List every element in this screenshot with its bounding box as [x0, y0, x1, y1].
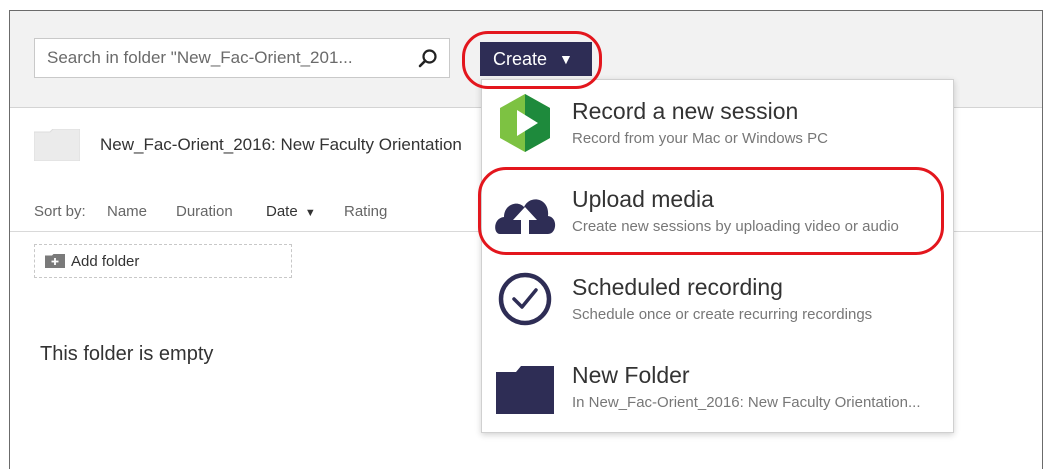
menu-item-title: Upload media: [572, 186, 714, 212]
menu-item-scheduled-recording[interactable]: Scheduled recording Schedule once or cre…: [482, 256, 953, 344]
menu-item-subtitle: Record from your Mac or Windows PC: [572, 130, 828, 147]
add-folder-button[interactable]: Add folder: [34, 244, 292, 278]
create-menu: Record a new session Record from your Ma…: [481, 79, 954, 433]
cloud-upload-icon: [495, 199, 556, 234]
menu-item-title: New Folder: [572, 362, 690, 388]
menu-item-subtitle: In New_Fac-Orient_2016: New Faculty Orie…: [572, 394, 921, 411]
empty-folder-message: This folder is empty: [40, 343, 214, 365]
sort-option-rating[interactable]: Rating: [344, 203, 387, 220]
create-button[interactable]: Create ▼: [480, 42, 592, 76]
menu-item-subtitle: Schedule once or create recurring record…: [572, 306, 873, 323]
caret-down-icon: ▼: [559, 51, 573, 67]
menu-item-title: Record a new session: [572, 98, 799, 124]
sort-caret-down-icon: ▼: [304, 207, 316, 219]
add-folder-label: Add folder: [71, 252, 140, 270]
menu-item-record-session[interactable]: Record a new session Record from your Ma…: [482, 80, 953, 168]
search-box[interactable]: [34, 38, 450, 78]
menu-item-upload-media[interactable]: Upload media Create new sessions by uplo…: [482, 168, 953, 256]
menu-item-new-folder[interactable]: New Folder In New_Fac-Orient_2016: New F…: [482, 344, 953, 432]
panopto-play-icon: [500, 94, 550, 152]
search-input[interactable]: [35, 39, 417, 77]
app-window: Create ▼ New_Fac-Orient_2016: New Facult…: [9, 10, 1043, 469]
sort-option-duration[interactable]: Duration: [176, 203, 233, 220]
add-folder-icon: [45, 254, 65, 268]
folder-icon: [496, 366, 554, 414]
sort-option-name[interactable]: Name: [107, 203, 147, 220]
search-icon[interactable]: [417, 48, 439, 70]
sort-option-date[interactable]: Date ▼: [266, 203, 316, 220]
create-button-label: Create: [493, 48, 548, 69]
menu-item-title: Scheduled recording: [572, 274, 783, 300]
sort-label: Sort by:: [34, 203, 86, 220]
folder-title: New_Fac-Orient_2016: New Faculty Orienta…: [100, 135, 462, 154]
sort-option-date-label: Date: [266, 203, 298, 220]
menu-item-subtitle: Create new sessions by uploading video o…: [572, 218, 899, 235]
clock-icon: [498, 272, 552, 326]
folder-icon: [34, 129, 80, 161]
